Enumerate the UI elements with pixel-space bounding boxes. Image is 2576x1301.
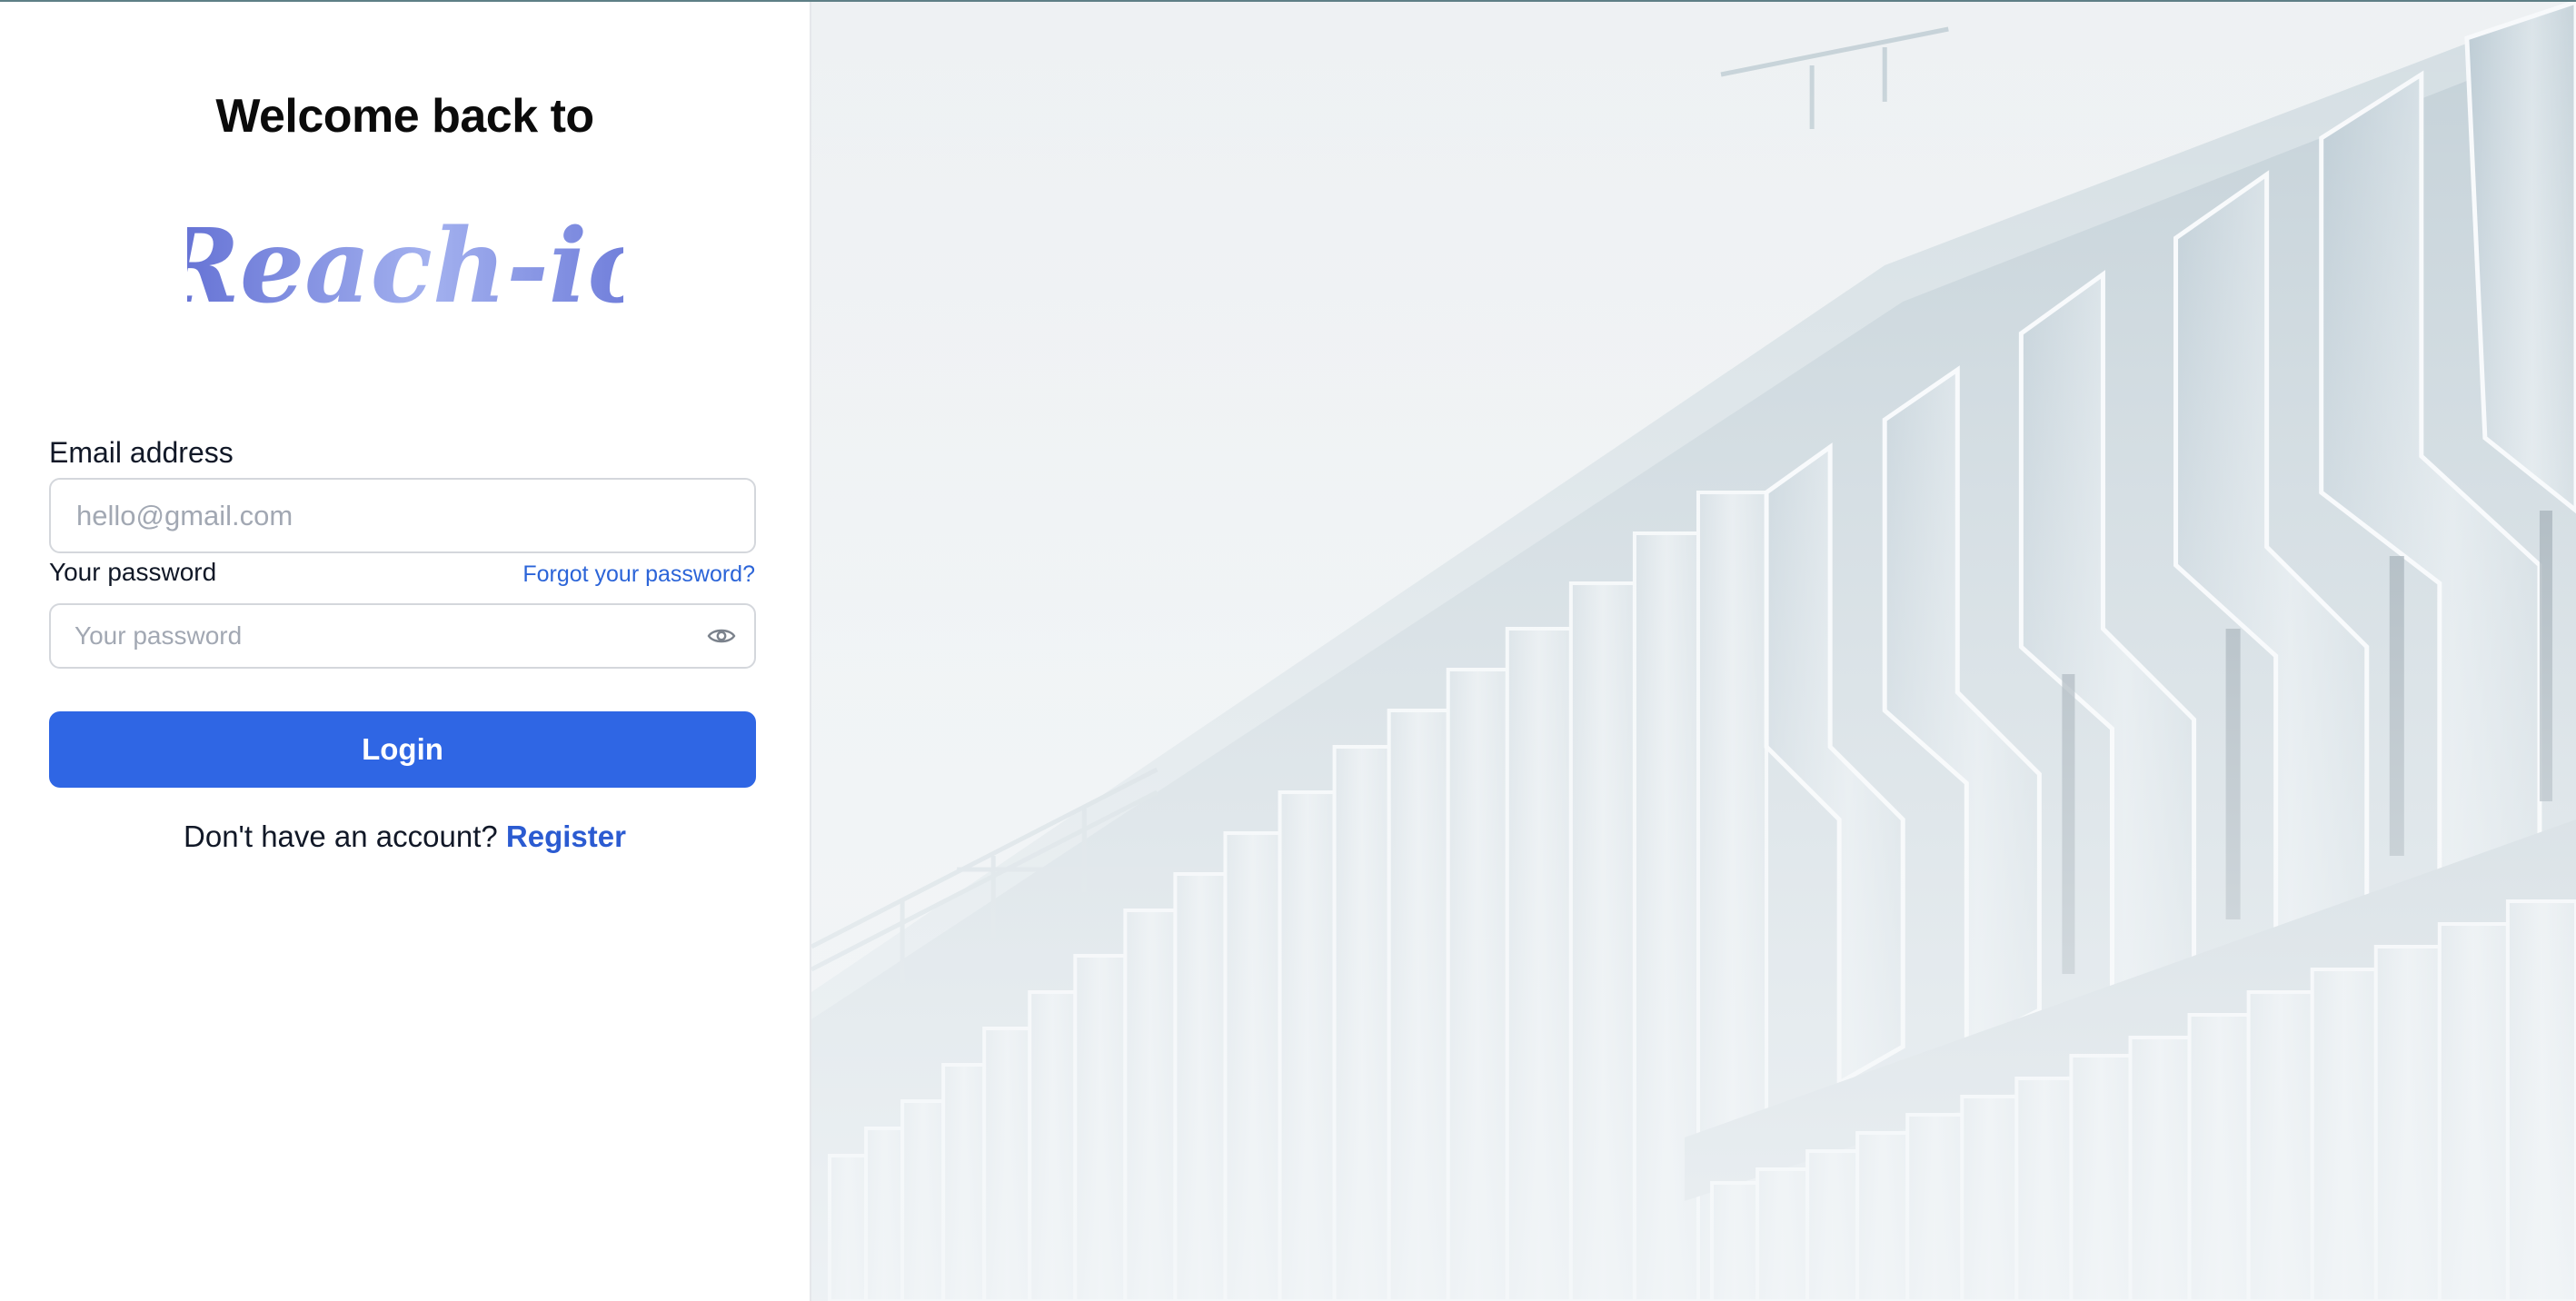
building-facade-image: [811, 2, 2576, 1301]
email-label: Email address: [49, 436, 234, 469]
register-link[interactable]: Register: [506, 819, 626, 853]
password-input[interactable]: [49, 603, 756, 669]
login-page: Welcome back to Reach-io Email address Y…: [0, 0, 2576, 1301]
eye-icon[interactable]: [705, 622, 738, 650]
password-label: Your password: [49, 558, 217, 586]
forgot-password-link[interactable]: Forgot your password?: [522, 561, 755, 588]
brand-logo-wordmark: Reach-io: [187, 207, 623, 326]
login-panel: Welcome back to Reach-io Email address Y…: [0, 2, 811, 1301]
hero-image: [811, 2, 2576, 1301]
login-button[interactable]: Login: [49, 711, 756, 788]
email-input[interactable]: [49, 478, 756, 553]
brand-logo: Reach-io: [0, 202, 810, 338]
brand-name-text: Reach-io: [187, 207, 623, 326]
register-prompt: Don't have an account? Register: [0, 819, 810, 854]
welcome-heading: Welcome back to: [215, 90, 594, 143]
register-prompt-text: Don't have an account?: [184, 819, 498, 853]
